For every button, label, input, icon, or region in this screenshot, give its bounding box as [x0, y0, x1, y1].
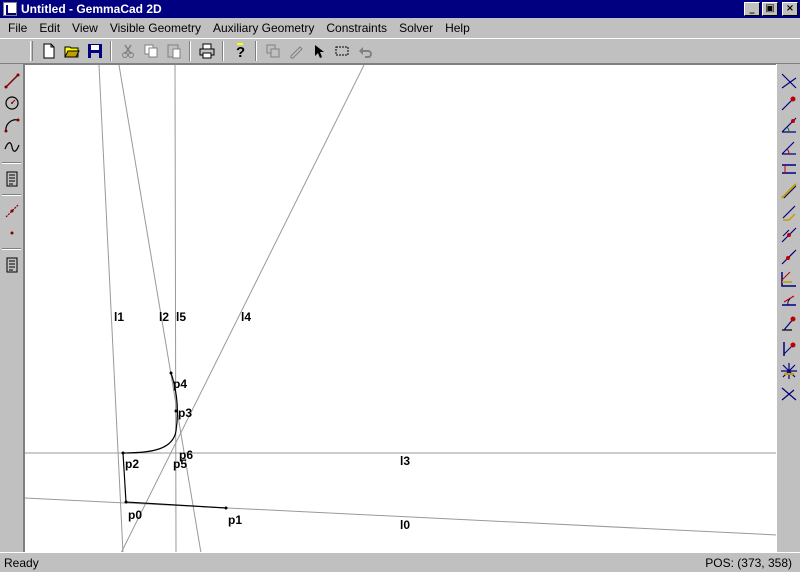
menu-file[interactable]: File: [2, 19, 33, 37]
coincident-icon[interactable]: [778, 382, 800, 404]
toolbar-separator: [255, 41, 257, 61]
angle-constraint-icon[interactable]: [778, 70, 800, 92]
copy-geometry-icon[interactable]: [261, 40, 284, 62]
label-p0: p0: [128, 508, 142, 522]
toolbar-separator: [189, 41, 191, 61]
aux-document-tool-icon[interactable]: [1, 254, 23, 276]
menu-edit[interactable]: Edit: [33, 19, 66, 37]
paste-icon[interactable]: [162, 40, 185, 62]
status-message: Ready: [4, 555, 39, 570]
point-tool-icon[interactable]: [1, 222, 23, 244]
svg-text:?: ?: [236, 44, 245, 59]
parallel-constraint-icon[interactable]: [778, 136, 800, 158]
point-p0[interactable]: [124, 500, 128, 504]
symmetric-icon[interactable]: [778, 360, 800, 382]
save-disk-icon[interactable]: [83, 40, 106, 62]
label-p5: p5: [173, 457, 187, 471]
aux-line-l4[interactable]: [120, 65, 365, 553]
horizontal-constraint-icon[interactable]: [778, 290, 800, 312]
aux-line-l2[interactable]: [118, 65, 202, 553]
open-folder-icon[interactable]: [60, 40, 83, 62]
point-p1[interactable]: [224, 506, 228, 510]
label-l1: l1: [114, 310, 124, 324]
aux-line-l1[interactable]: [98, 65, 124, 553]
main-toolbar: ?: [0, 38, 800, 64]
label-p1: p1: [228, 513, 242, 527]
minimize-button[interactable]: _: [744, 2, 760, 16]
palette-separator: [2, 248, 21, 250]
window-title: Untitled - GemmaCad 2D: [21, 2, 162, 16]
label-p4: p4: [173, 377, 187, 391]
menu-view[interactable]: View: [66, 19, 104, 37]
menu-auxiliary-geometry[interactable]: Auxiliary Geometry: [207, 19, 320, 37]
horizontal-distance-icon[interactable]: [778, 158, 800, 180]
label-l3: l3: [400, 454, 410, 468]
print-icon[interactable]: [195, 40, 218, 62]
close-button[interactable]: ×: [782, 2, 798, 16]
menu-constraints[interactable]: Constraints: [320, 19, 393, 37]
visible-arc-curve[interactable]: [122, 372, 178, 454]
label-l2: l2: [159, 310, 169, 324]
point-on-curve-icon[interactable]: [778, 92, 800, 114]
circle-tool-icon[interactable]: [1, 92, 23, 114]
app-logo-icon[interactable]: [3, 2, 17, 16]
cut-icon[interactable]: [116, 40, 139, 62]
restore-button[interactable]: ▣: [762, 2, 778, 16]
help-icon[interactable]: ?: [228, 40, 251, 62]
left-tool-palette: [0, 64, 24, 552]
title-bar[interactable]: Untitled - GemmaCad 2D _ ▣ ×: [0, 0, 800, 18]
aux-line-l5[interactable]: [174, 65, 177, 553]
right-constraint-palette: [776, 64, 800, 552]
offset-icon[interactable]: [778, 202, 800, 224]
point-p2[interactable]: [121, 451, 125, 455]
dimension-angle-icon[interactable]: [778, 268, 800, 290]
copy-icon[interactable]: [139, 40, 162, 62]
label-p2: p2: [125, 457, 139, 471]
spline-tool-icon[interactable]: [1, 136, 23, 158]
toolbar-separator: [222, 41, 224, 61]
tangent-icon[interactable]: [778, 180, 800, 202]
app-window: Untitled - GemmaCad 2D _ ▣ × File Edit V…: [0, 0, 800, 572]
status-bar: Ready POS: (373, 358): [0, 552, 800, 572]
vertical-point-icon[interactable]: [778, 312, 800, 334]
select-arrow-icon[interactable]: [307, 40, 330, 62]
document-tool-icon[interactable]: [1, 168, 23, 190]
slope-icon[interactable]: [778, 246, 800, 268]
cursor-position-readout: POS: (373, 358): [705, 555, 792, 570]
angle-arc-icon[interactable]: [778, 114, 800, 136]
undo-icon[interactable]: [353, 40, 376, 62]
drawing-svg: l1 l2 l5 l4 p4 p3 p6 p2 p5 l3 p0 p1 l0: [25, 65, 777, 553]
menu-solver[interactable]: Solver: [393, 19, 439, 37]
point-p4[interactable]: [169, 371, 173, 375]
rectangle-select-icon[interactable]: [330, 40, 353, 62]
toolbar-separator: [110, 41, 112, 61]
new-document-icon[interactable]: [37, 40, 60, 62]
edit-pen-icon[interactable]: [284, 40, 307, 62]
toolbar-grip[interactable]: [30, 41, 33, 61]
menu-visible-geometry[interactable]: Visible Geometry: [104, 19, 207, 37]
perpendicular-icon[interactable]: [778, 224, 800, 246]
label-l0: l0: [400, 518, 410, 532]
label-l4: l4: [241, 310, 251, 324]
palette-separator: [2, 162, 21, 164]
label-p3: p3: [178, 406, 192, 420]
fix-point-icon[interactable]: [778, 338, 800, 360]
drawing-canvas[interactable]: l1 l2 l5 l4 p4 p3 p6 p2 p5 l3 p0 p1 l0: [24, 64, 777, 553]
label-l5: l5: [176, 310, 186, 324]
aux-line-tool-icon[interactable]: [1, 200, 23, 222]
arc-tool-icon[interactable]: [1, 114, 23, 136]
menu-bar: File Edit View Visible Geometry Auxiliar…: [0, 18, 800, 38]
line-tool-icon[interactable]: [1, 70, 23, 92]
menu-help[interactable]: Help: [439, 19, 476, 37]
palette-separator: [2, 194, 21, 196]
